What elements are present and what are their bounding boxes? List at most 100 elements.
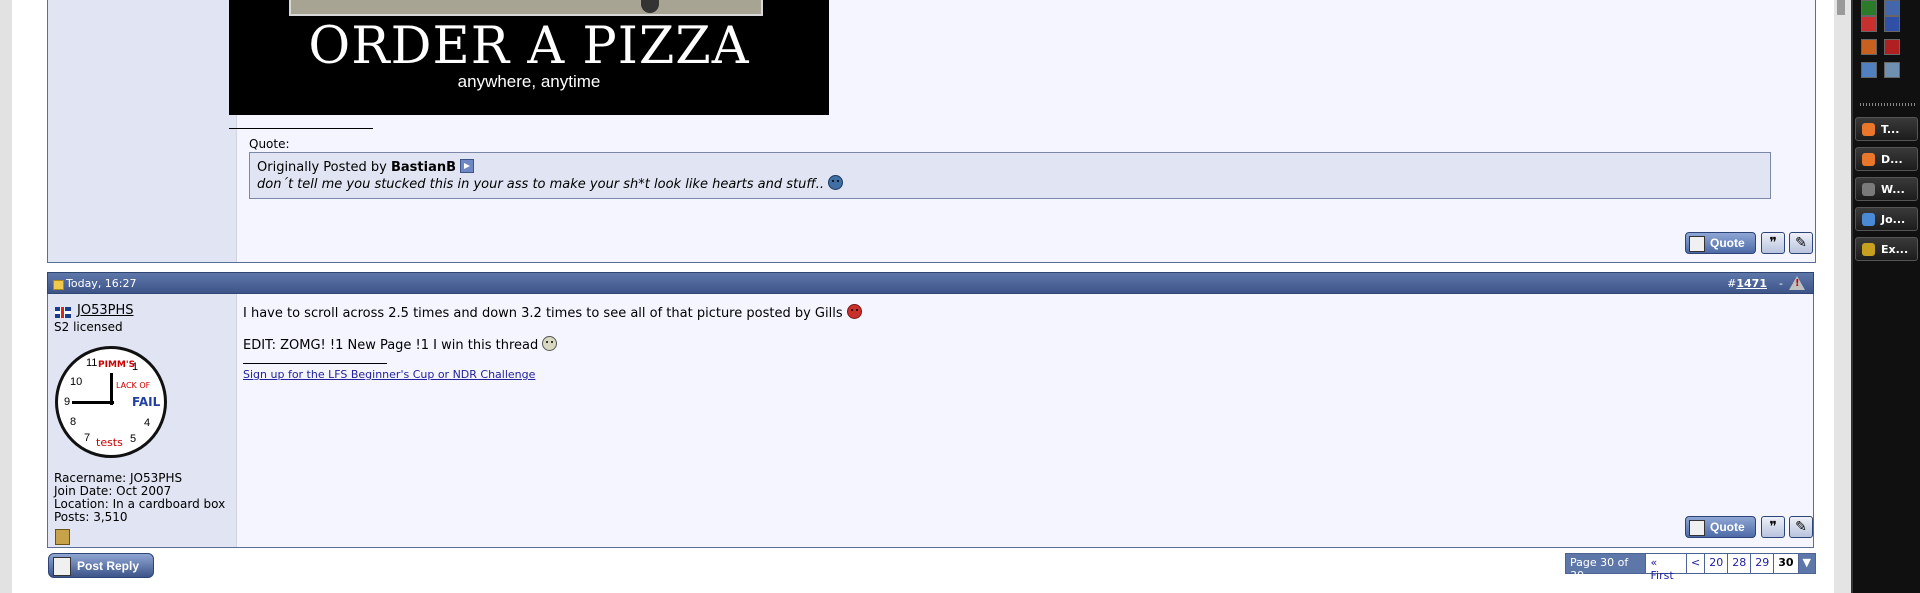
quicklaunch-icon[interactable] <box>1884 0 1900 16</box>
username-link[interactable]: JO53PHS <box>77 303 133 318</box>
page-menu-dropdown[interactable]: ▼ <box>1798 554 1815 573</box>
vertical-scrollbar[interactable] <box>1834 0 1851 593</box>
page-link[interactable]: 20 <box>1705 554 1729 573</box>
post-message-line2: EDIT: ZOMG! !1 New Page !1 I win this th… <box>243 336 558 353</box>
signature-divider <box>229 128 373 129</box>
quote-button[interactable]: Quote <box>1685 516 1756 538</box>
taskbar-item[interactable]: D... <box>1855 147 1918 171</box>
pagination: Page 30 of 30 « First < 20 28 29 30 ▼ <box>1565 553 1816 582</box>
post-icon <box>53 280 64 290</box>
quote-attribution: Originally Posted by BastianB <box>257 159 475 175</box>
quick-reply-icon: ✎ <box>1795 235 1807 251</box>
uk-flag-icon <box>55 307 71 318</box>
post-header-dash: - <box>1779 277 1783 290</box>
taskbar-item-label: Jo... <box>1881 213 1906 226</box>
quote-button[interactable]: Quote <box>1685 232 1756 254</box>
scrollbar-thumb[interactable] <box>1837 0 1845 15</box>
taskbar-separator <box>1851 0 1853 593</box>
taskbar-item[interactable]: Ex... <box>1855 237 1918 261</box>
quicklaunch-icon[interactable] <box>1884 62 1900 78</box>
post-reply-button[interactable]: Post Reply <box>48 553 154 578</box>
clock-number: 7 <box>84 432 91 444</box>
document-icon <box>1862 243 1875 256</box>
taskbar-item-label: T... <box>1881 123 1900 136</box>
page-link[interactable]: 29 <box>1751 554 1775 573</box>
taskbar <box>1851 0 1920 593</box>
first-page-link[interactable]: « First <box>1646 554 1687 582</box>
avatar-lack-text: LACK OF <box>116 381 151 390</box>
avatar: 11 1 10 9 8 7 5 4 PIMM'S LACK OF FAIL te… <box>55 346 167 458</box>
multi-quote-icon: ❞ <box>1769 519 1777 535</box>
avatar-tests-text: tests <box>96 436 123 449</box>
multi-quote-button[interactable]: ❞ <box>1761 232 1785 254</box>
clock-number: 11 <box>86 357 98 369</box>
report-post-icon[interactable] <box>1789 276 1805 290</box>
smiley-icon <box>846 304 862 319</box>
quicklaunch-icon[interactable] <box>1861 0 1877 16</box>
page-link[interactable]: 28 <box>1728 554 1752 573</box>
user-info: Racername: JO53PHS Join Date: Oct 2007 L… <box>54 472 225 524</box>
quick-reply-icon: ✎ <box>1795 519 1807 535</box>
taskbar-item-label: Ex... <box>1881 243 1909 256</box>
post-message-text: I have to scroll across 2.5 times and do… <box>243 306 843 321</box>
quicklaunch-icon[interactable] <box>1884 16 1900 32</box>
quick-reply-button[interactable]: ✎ <box>1789 232 1813 254</box>
previous-post-sidebar <box>48 0 237 262</box>
quote-icon <box>1689 236 1705 252</box>
post-message-line1: I have to scroll across 2.5 times and do… <box>243 304 862 321</box>
quick-reply-button[interactable]: ✎ <box>1789 516 1813 538</box>
quote-button-label: Quote <box>1710 236 1745 250</box>
quote-box: Originally Posted by BastianB don´t tell… <box>249 152 1771 199</box>
quote-prefix: Originally Posted by <box>257 160 387 175</box>
post-user-sidebar: JO53PHS S2 licensed 11 1 10 9 8 7 5 4 PI… <box>48 294 237 547</box>
avatar-pimms-text: PIMM'S <box>98 360 136 370</box>
post-reply-label: Post Reply <box>77 559 140 573</box>
taskbar-grip[interactable] <box>1860 103 1917 106</box>
quicklaunch-icon[interactable] <box>1861 62 1877 78</box>
current-page: 30 <box>1774 554 1799 573</box>
clock-number: 5 <box>130 433 137 445</box>
post-header: Today, 16:27 #1471 - <box>47 272 1814 294</box>
smiley-icon <box>828 175 843 190</box>
taskbar-item[interactable]: W... <box>1855 177 1918 201</box>
quicklaunch-icon[interactable] <box>1884 39 1900 55</box>
smiley-icon <box>542 336 558 351</box>
post-message-text: EDIT: ZOMG! !1 New Page !1 I win this th… <box>243 338 539 353</box>
quicklaunch-icon[interactable] <box>1861 39 1877 55</box>
post-number: #1471 <box>1727 277 1767 290</box>
firefox-icon <box>1862 123 1875 136</box>
clock-number: 9 <box>64 396 71 408</box>
multi-quote-icon: ❞ <box>1769 235 1777 251</box>
post-date: Today, 16:27 <box>66 277 137 290</box>
folder-icon <box>1862 183 1875 196</box>
post-number-link[interactable]: 1471 <box>1736 277 1767 290</box>
clock-number: 4 <box>144 417 151 429</box>
view-post-icon[interactable] <box>460 159 475 173</box>
taskbar-item-label: W... <box>1881 183 1905 196</box>
prev-page-link[interactable]: < <box>1687 554 1706 573</box>
messenger-icon <box>1862 213 1875 226</box>
post-number-prefix: # <box>1727 277 1737 290</box>
user-title: S2 licensed <box>54 320 123 334</box>
image-frame <box>289 0 763 16</box>
signature-link[interactable]: Sign up for the LFS Beginner's Cup or ND… <box>243 368 535 381</box>
multi-quote-button[interactable]: ❞ <box>1761 516 1785 538</box>
taskbar-item[interactable]: Jo... <box>1855 207 1918 231</box>
quote-author: BastianB <box>390 160 457 175</box>
post: JO53PHS S2 licensed 11 1 10 9 8 7 5 4 PI… <box>47 294 1814 548</box>
quote-label: Quote: <box>249 137 290 151</box>
clock-number: 8 <box>70 416 77 428</box>
quicklaunch-icon[interactable] <box>1861 16 1877 32</box>
avatar-fail-text: FAIL <box>132 395 161 409</box>
page-count: Page 30 of 30 <box>1566 554 1647 582</box>
browser-page: ORDER A PIZZA anywhere, anytime Quote: O… <box>12 0 1834 593</box>
reputation-icon <box>55 529 70 545</box>
taskbar-item[interactable]: T... <box>1855 117 1918 141</box>
post-reply-icon <box>53 557 71 576</box>
pizza-image: ORDER A PIZZA anywhere, anytime <box>229 0 829 115</box>
firefox-icon <box>1862 153 1875 166</box>
quote-button-label: Quote <box>1710 520 1745 534</box>
signature-divider <box>243 363 387 364</box>
user-posts: Posts: 3,510 <box>54 510 128 524</box>
clock-number: 10 <box>70 376 83 388</box>
